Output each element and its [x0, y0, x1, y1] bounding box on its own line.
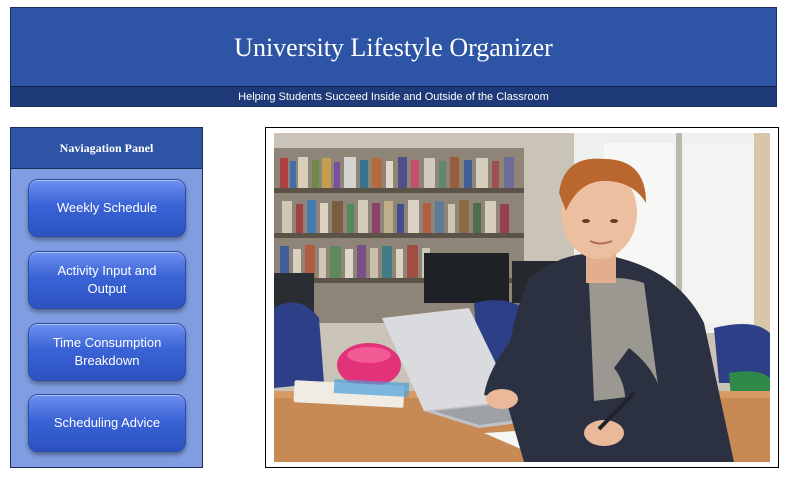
time-consumption-breakdown-button[interactable]: Time Consumption Breakdown	[28, 323, 186, 381]
activity-input-output-button[interactable]: Activity Input and Output	[28, 251, 186, 309]
navigation-panel: Naviagation Panel Weekly Schedule Activi…	[10, 127, 203, 468]
page-title: University Lifestyle Organizer	[234, 33, 553, 62]
weekly-schedule-button[interactable]: Weekly Schedule	[28, 179, 186, 237]
photo-frame	[265, 127, 779, 468]
page-subtitle: Helping Students Succeed Inside and Outs…	[11, 86, 776, 106]
app-header: University Lifestyle Organizer Helping S…	[10, 7, 777, 107]
navigation-panel-title: Naviagation Panel	[11, 128, 202, 169]
scheduling-advice-button[interactable]: Scheduling Advice	[28, 394, 186, 452]
student-studying-photo	[274, 133, 770, 462]
